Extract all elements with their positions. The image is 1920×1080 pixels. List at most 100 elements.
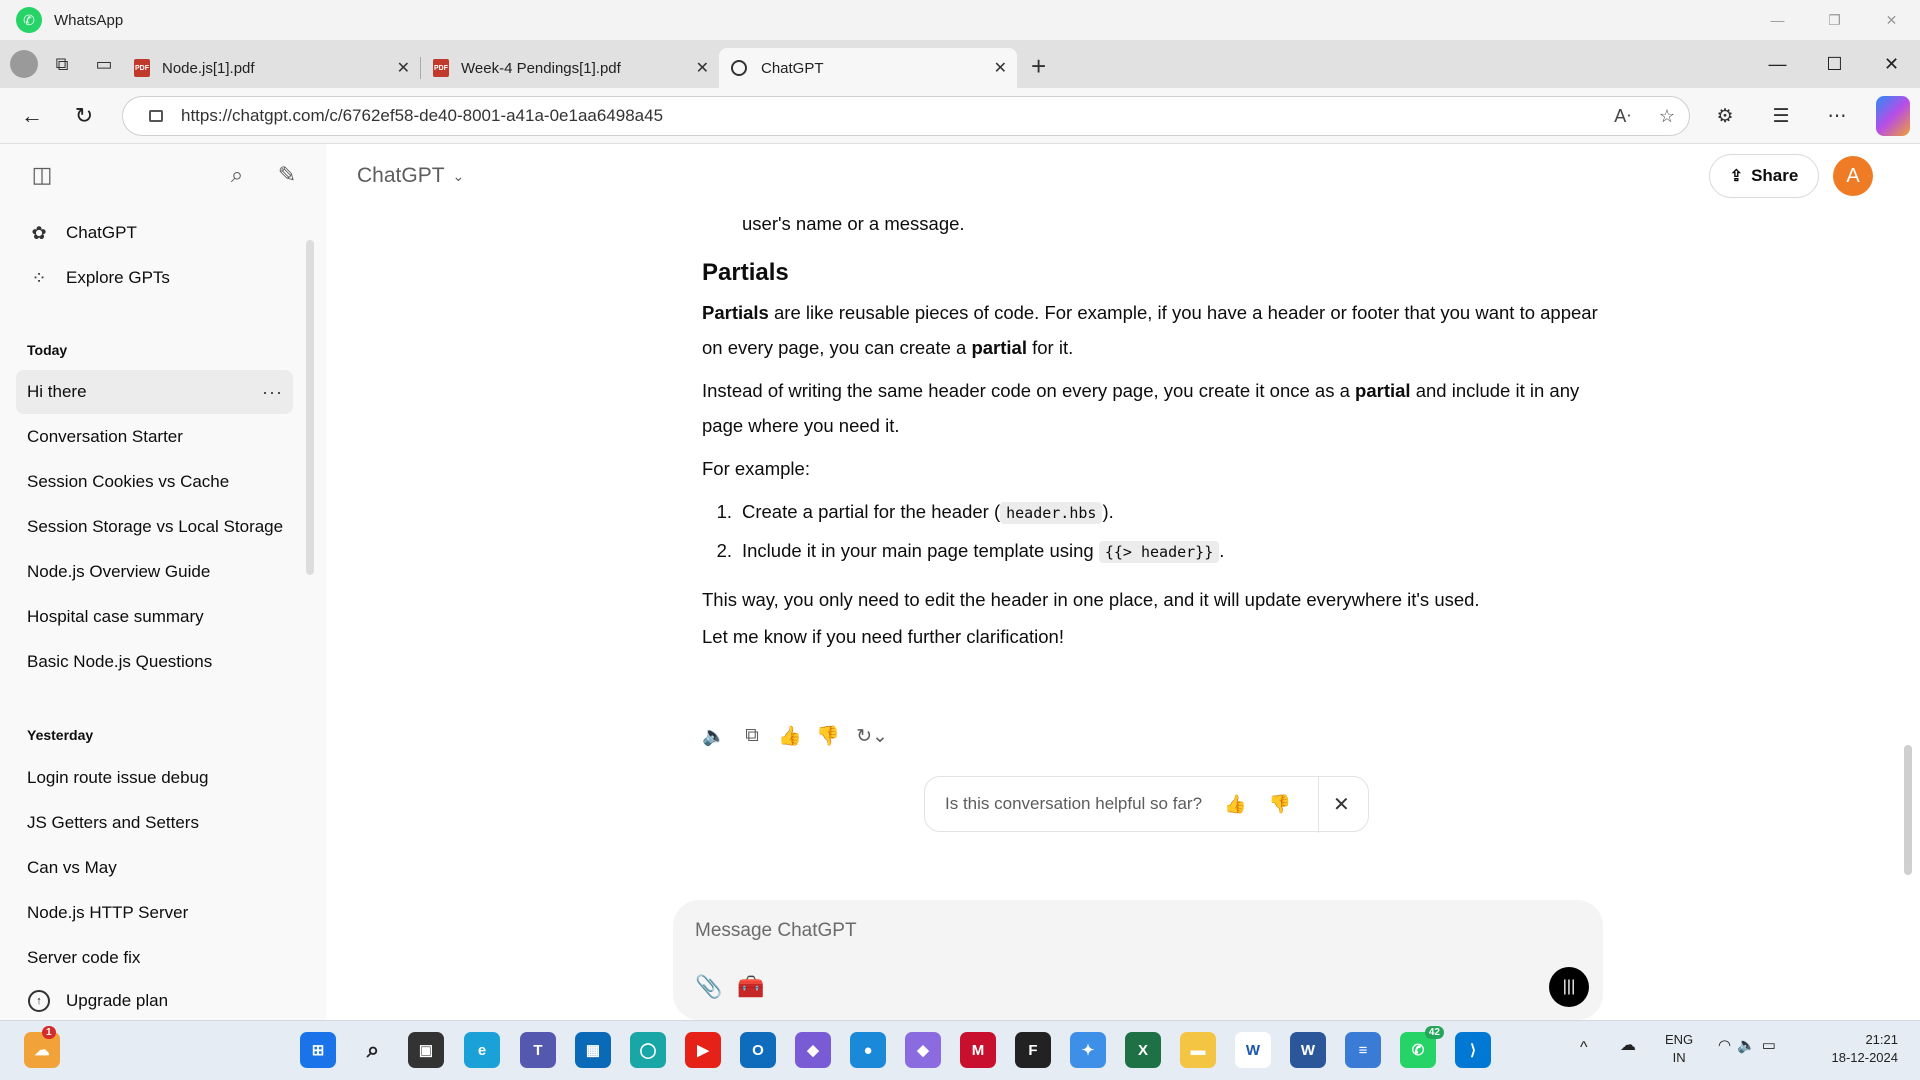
workspaces-icon[interactable]: ⧉ — [44, 46, 80, 82]
main-scrollbar[interactable] — [1904, 745, 1912, 875]
time: 21:21 — [1865, 1032, 1898, 1047]
thumbs-down-icon[interactable]: 👎 — [1268, 794, 1290, 815]
more-menu-icon[interactable]: ⋯ — [1820, 96, 1854, 136]
word-icon[interactable]: W — [1290, 1032, 1326, 1068]
region-code: IN — [1672, 1050, 1686, 1065]
vertical-tabs-icon[interactable]: ▭ — [86, 46, 122, 82]
message-input[interactable]: Message ChatGPT — [695, 920, 857, 942]
history-item[interactable]: Session Cookies vs Cache — [16, 460, 293, 504]
battery-icon: ▭ — [1761, 1037, 1782, 1054]
excel-icon[interactable]: X — [1125, 1032, 1161, 1068]
sidebar-link-chatgpt[interactable]: ✿ ChatGPT — [28, 222, 136, 244]
task-view-icon[interactable]: ▣ — [408, 1032, 444, 1068]
profile-icon[interactable] — [10, 50, 38, 78]
file-explorer-icon[interactable]: ▬ — [1180, 1032, 1216, 1068]
share-button[interactable]: ⇪ Share — [1709, 154, 1819, 198]
upgrade-plan-button[interactable]: ↑ Upgrade plan — [28, 990, 168, 1012]
app-icon[interactable]: ● — [850, 1032, 886, 1068]
copy-icon[interactable]: ⧉ — [740, 722, 764, 750]
tab-chatgpt[interactable]: ChatGPT ✕ — [719, 48, 1017, 88]
list-number: 1. — [716, 501, 732, 522]
teams-icon[interactable]: T — [520, 1032, 556, 1068]
browser-minimize-button[interactable]: — — [1749, 40, 1806, 88]
more-options-icon[interactable]: ··· — [262, 382, 283, 403]
youtube-icon[interactable]: ▶ — [685, 1032, 721, 1068]
outlook-icon[interactable]: O — [740, 1032, 776, 1068]
refresh-button[interactable]: ↻ — [64, 96, 104, 136]
close-icon[interactable]: ✕ — [1333, 792, 1350, 817]
clock[interactable]: 21:21 18-12-2024 — [1832, 1031, 1899, 1067]
read-aloud-icon[interactable]: 🔈 — [702, 722, 726, 750]
sidebar-toggle-icon[interactable]: ◫ — [25, 158, 59, 192]
new-chat-icon[interactable]: ✎ — [270, 158, 304, 192]
sidebar-link-explore-gpts[interactable]: ⁘ Explore GPTs — [28, 267, 169, 289]
vscode-icon[interactable]: ⟩ — [1455, 1032, 1491, 1068]
app-icon[interactable]: ◯ — [630, 1032, 666, 1068]
text: Instead of writing the same header code … — [702, 380, 1356, 401]
chevron-up-icon[interactable]: ^ — [1580, 1039, 1588, 1057]
thumbs-up-icon[interactable]: 👍 — [778, 722, 802, 750]
word-icon[interactable]: W — [1235, 1032, 1271, 1068]
new-tab-button[interactable]: + — [1031, 51, 1046, 82]
close-tab-icon[interactable]: ✕ — [994, 58, 1007, 78]
history-item[interactable]: Node.js HTTP Server — [16, 891, 293, 935]
message-paragraph: For example: — [702, 458, 810, 479]
inline-code: header.hbs — [1000, 502, 1103, 524]
tab-nodejs-pdf[interactable]: PDF Node.js[1].pdf ✕ — [122, 48, 420, 88]
bold-text: partial — [1355, 380, 1411, 401]
avatar[interactable]: A — [1833, 156, 1873, 196]
history-item[interactable]: Can vs May — [16, 846, 293, 890]
extensions-icon[interactable]: ⚙ — [1708, 96, 1742, 136]
mcafee-icon[interactable]: M — [960, 1032, 996, 1068]
search-icon[interactable]: ⌕ — [355, 1032, 391, 1068]
thumbs-up-icon[interactable]: 👍 — [1224, 794, 1246, 815]
model-selector[interactable]: ChatGPT ⌄ — [357, 164, 464, 188]
history-item[interactable]: Hi there ··· — [16, 370, 293, 414]
history-item[interactable]: Session Storage vs Local Storage — [16, 505, 293, 549]
search-icon[interactable]: ⌕ — [220, 158, 254, 192]
history-item[interactable]: Basic Node.js Questions — [16, 640, 293, 684]
figma-icon[interactable]: F — [1015, 1032, 1051, 1068]
app-icon[interactable]: ◆ — [795, 1032, 831, 1068]
store-icon[interactable]: ▦ — [575, 1032, 611, 1068]
thumbs-down-icon[interactable]: 👎 — [816, 722, 840, 750]
copilot-icon[interactable] — [1876, 96, 1910, 136]
history-item[interactable]: Login route issue debug — [16, 756, 293, 800]
feedback-prompt: Is this conversation helpful so far? 👍 👎… — [924, 776, 1369, 833]
favorites-icon[interactable]: ☰ — [1764, 96, 1798, 136]
restore-button[interactable]: ❐ — [1806, 0, 1863, 40]
edge-icon[interactable]: e — [464, 1032, 500, 1068]
url-field[interactable]: https://chatgpt.com/c/6762ef58-de40-8001… — [122, 96, 1690, 136]
copilot-icon[interactable]: ✦ — [1070, 1032, 1106, 1068]
close-tab-icon[interactable]: ✕ — [397, 58, 410, 78]
read-aloud-icon[interactable]: A͏ᐧ — [1614, 106, 1631, 127]
system-tray-icons[interactable]: ◠🔈▭ — [1718, 1037, 1782, 1055]
favorite-star-icon[interactable]: ☆ — [1659, 106, 1675, 127]
history-item[interactable]: JS Getters and Setters — [16, 801, 293, 845]
message-composer[interactable]: Message ChatGPT 📎 🧰 ||| — [673, 900, 1603, 1020]
history-item[interactable]: Server code fix — [16, 936, 293, 980]
app-icon[interactable]: ◆ — [905, 1032, 941, 1068]
whatsapp-icon[interactable]: ✆ 42 — [1400, 1026, 1444, 1068]
close-window-button[interactable]: ✕ — [1863, 0, 1920, 40]
history-item[interactable]: Conversation Starter — [16, 415, 293, 459]
close-tab-icon[interactable]: ✕ — [696, 58, 709, 78]
voice-mode-button[interactable]: ||| — [1549, 967, 1589, 1007]
minimize-button[interactable]: — — [1749, 0, 1806, 40]
start-button[interactable]: ⊞ — [300, 1032, 336, 1068]
language-indicator[interactable]: ENG IN — [1665, 1031, 1693, 1067]
regenerate-icon[interactable]: ↻⌄ — [854, 722, 890, 750]
notepad-icon[interactable]: ≡ — [1345, 1032, 1381, 1068]
pdf-icon: PDF — [134, 59, 150, 77]
sidebar-scrollbar[interactable] — [306, 240, 314, 575]
history-item[interactable]: Node.js Overview Guide — [16, 550, 293, 594]
back-button[interactable]: ← — [12, 96, 52, 136]
tab-week4-pdf[interactable]: PDF Week-4 Pendings[1].pdf ✕ — [421, 48, 719, 88]
widgets-icon[interactable]: ☁ 1 — [24, 1026, 60, 1068]
history-item[interactable]: Hospital case summary — [16, 595, 293, 639]
tools-icon[interactable]: 🧰 — [737, 974, 764, 1000]
browser-close-button[interactable]: ✕ — [1863, 40, 1920, 88]
attach-icon[interactable]: 📎 — [695, 974, 722, 1000]
browser-maximize-button[interactable]: ☐ — [1806, 40, 1863, 88]
onedrive-icon[interactable]: ☁ — [1620, 1037, 1636, 1055]
